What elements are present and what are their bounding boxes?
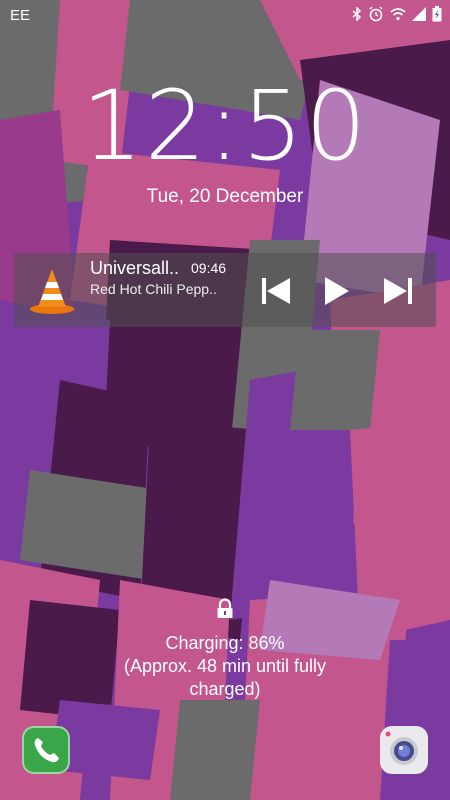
alarm-icon bbox=[369, 6, 383, 22]
status-bar: EE bbox=[0, 0, 450, 32]
vlc-icon bbox=[30, 269, 74, 314]
media-artist: Red Hot Chili Pepp.. bbox=[90, 281, 217, 297]
battery-charging-icon bbox=[432, 6, 442, 22]
lock-icon bbox=[217, 598, 233, 618]
play-icon bbox=[325, 277, 349, 305]
signal-icon bbox=[412, 7, 426, 21]
next-icon bbox=[384, 278, 412, 304]
wifi-icon bbox=[390, 8, 406, 21]
previous-icon bbox=[262, 278, 290, 304]
camera-shortcut[interactable] bbox=[380, 726, 428, 774]
status-icons bbox=[352, 6, 442, 22]
media-notification[interactable]: Universall.. 09:46 Red Hot Chili Pepp.. bbox=[14, 253, 436, 327]
carrier-label: EE bbox=[10, 7, 31, 24]
lockscreen-date: Tue, 20 December bbox=[146, 186, 304, 207]
play-button[interactable] bbox=[316, 271, 356, 311]
media-time: 09:46 bbox=[191, 260, 227, 276]
lockscreen-clock: 12:50 bbox=[81, 70, 369, 182]
previous-button[interactable] bbox=[256, 271, 296, 311]
phone-icon bbox=[34, 738, 59, 763]
bluetooth-icon bbox=[352, 7, 362, 21]
next-button[interactable] bbox=[378, 271, 418, 311]
charging-status: Charging: 86% (Approx. 48 min until full… bbox=[0, 632, 450, 701]
camera-icon bbox=[385, 731, 418, 765]
charging-line-3: charged) bbox=[189, 679, 261, 699]
phone-shortcut[interactable] bbox=[22, 726, 70, 774]
charging-line-2: (Approx. 48 min until fully bbox=[123, 656, 327, 676]
media-title: Universall.. bbox=[90, 258, 180, 278]
charging-line-1: Charging: 86% bbox=[165, 633, 285, 653]
